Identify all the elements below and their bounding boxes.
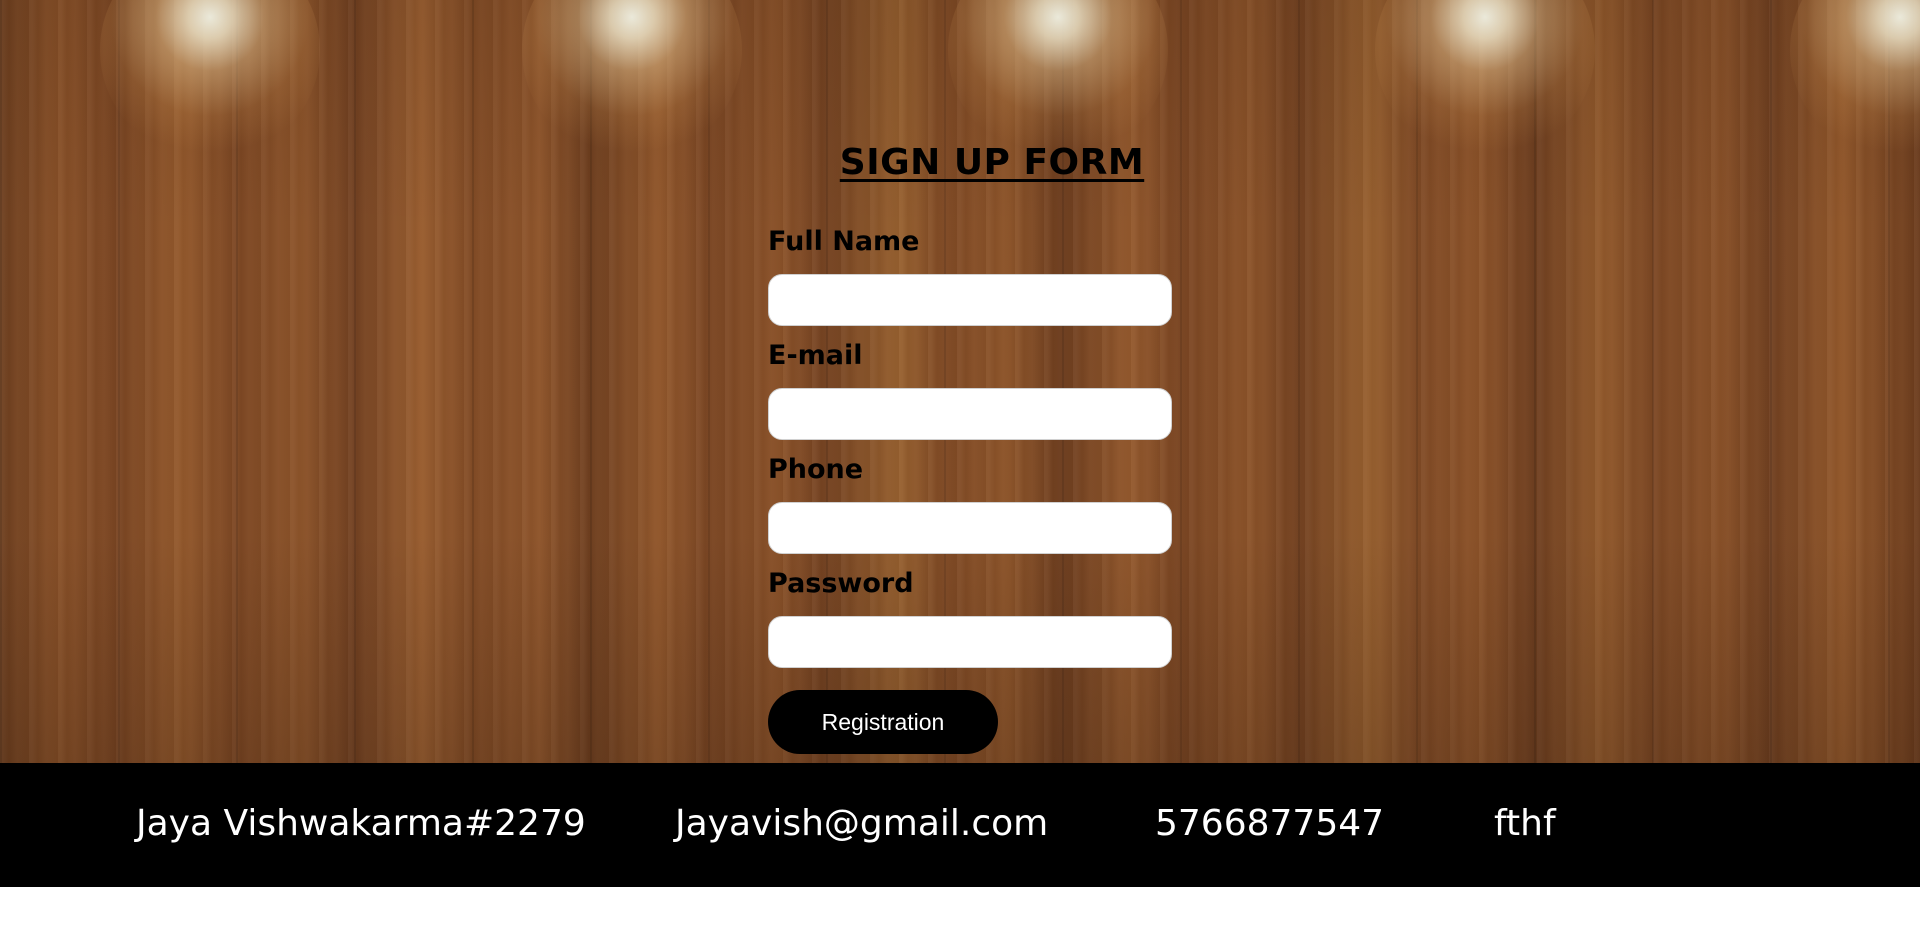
phone-input[interactable] bbox=[768, 502, 1172, 554]
spotlight-icon bbox=[1790, 0, 1920, 160]
footer-phone: 5766877547 bbox=[1155, 803, 1385, 844]
page: SIGN UP FORM Full Name E-mail Phone Pass… bbox=[0, 0, 1920, 942]
registration-button[interactable]: Registration bbox=[768, 690, 998, 754]
phone-label: Phone bbox=[768, 454, 864, 485]
password-input[interactable] bbox=[768, 616, 1172, 668]
full-name-input[interactable] bbox=[768, 274, 1172, 326]
email-label: E-mail bbox=[768, 340, 863, 371]
footer-email: Jayavish@gmail.com bbox=[675, 803, 1049, 844]
footer-username: Jaya Vishwakarma#2279 bbox=[136, 803, 586, 844]
spotlight-icon bbox=[948, 0, 1168, 160]
spotlight-icon bbox=[1375, 0, 1595, 160]
password-label: Password bbox=[768, 568, 914, 599]
spotlight-icon bbox=[100, 0, 320, 160]
full-name-label: Full Name bbox=[768, 226, 920, 257]
footer: Jaya Vishwakarma#2279 Jayavish@gmail.com… bbox=[0, 763, 1920, 887]
form-title: SIGN UP FORM bbox=[839, 142, 1145, 183]
email-input[interactable] bbox=[768, 388, 1172, 440]
spotlight-icon bbox=[522, 0, 742, 160]
footer-extra: fthf bbox=[1494, 803, 1556, 844]
